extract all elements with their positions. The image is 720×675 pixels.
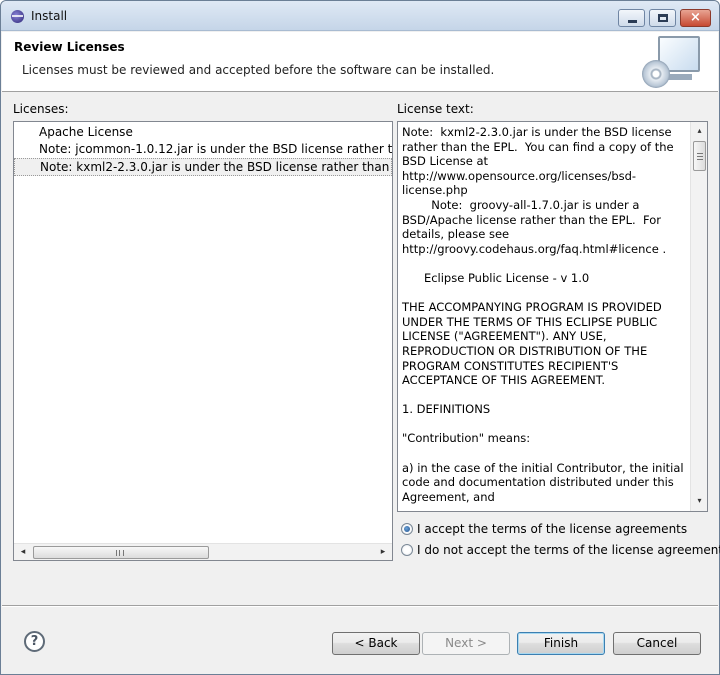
maximize-icon	[658, 14, 668, 22]
window-title: Install	[31, 9, 68, 23]
license-item-jcommon[interactable]: Note: jcommon-1.0.12.jar is under the BS…	[14, 141, 392, 159]
decline-radio-label[interactable]: I do not accept the terms of the license…	[417, 541, 720, 559]
license-text-content: Note: kxml2-2.3.0.jar is under the BSD l…	[402, 125, 684, 504]
licenses-tree[interactable]: Apache License Note: jcommon-1.0.12.jar …	[13, 121, 393, 561]
next-button[interactable]: Next >	[422, 632, 510, 655]
title-bar[interactable]: Install ×	[1, 1, 719, 31]
install-dialog: Install × Review Licenses Licenses must …	[0, 0, 720, 675]
accept-radio[interactable]	[401, 523, 413, 535]
scroll-up-icon[interactable]: ▴	[693, 124, 706, 138]
monitor-stand-icon	[668, 74, 692, 80]
vertical-scrollbar[interactable]: ▴ ▾	[690, 122, 707, 511]
page-title: Review Licenses	[14, 40, 125, 54]
maximize-button[interactable]	[649, 9, 676, 27]
license-item-kxml2[interactable]: Note: kxml2-2.3.0.jar is under the BSD l…	[14, 158, 392, 176]
horizontal-scrollbar[interactable]: ◂ ▸	[14, 543, 392, 560]
wizard-header: Review Licenses Licenses must be reviewe…	[2, 32, 718, 92]
decline-radio[interactable]	[401, 544, 413, 556]
vertical-scroll-thumb[interactable]	[693, 141, 706, 171]
cancel-button[interactable]: Cancel	[613, 632, 701, 655]
grip-icon	[697, 153, 703, 160]
licenses-label: Licenses:	[13, 102, 69, 116]
button-bar-separator	[2, 605, 718, 607]
finish-button[interactable]: Finish	[517, 632, 605, 655]
page-description: Licenses must be reviewed and accepted b…	[22, 63, 495, 77]
scroll-down-icon[interactable]: ▾	[693, 494, 706, 508]
back-button[interactable]: < Back	[332, 632, 420, 655]
close-button[interactable]: ×	[680, 9, 711, 27]
horizontal-scroll-thumb[interactable]	[33, 546, 209, 559]
license-item-apache[interactable]: Apache License	[14, 124, 392, 142]
scroll-left-icon[interactable]: ◂	[16, 546, 30, 559]
accept-radio-label[interactable]: I accept the terms of the license agreem…	[417, 520, 687, 538]
close-icon: ×	[690, 10, 701, 25]
help-icon[interactable]: ?	[24, 631, 45, 652]
eclipse-icon	[11, 10, 24, 23]
grip-icon	[116, 550, 124, 556]
minimize-icon	[628, 20, 637, 23]
license-text-area[interactable]: Note: kxml2-2.3.0.jar is under the BSD l…	[397, 121, 708, 512]
license-text-label: License text:	[397, 102, 474, 116]
minimize-button[interactable]	[618, 9, 645, 27]
scroll-right-icon[interactable]: ▸	[376, 546, 390, 559]
cd-disc-icon	[642, 60, 670, 88]
install-banner-icon	[640, 34, 702, 90]
